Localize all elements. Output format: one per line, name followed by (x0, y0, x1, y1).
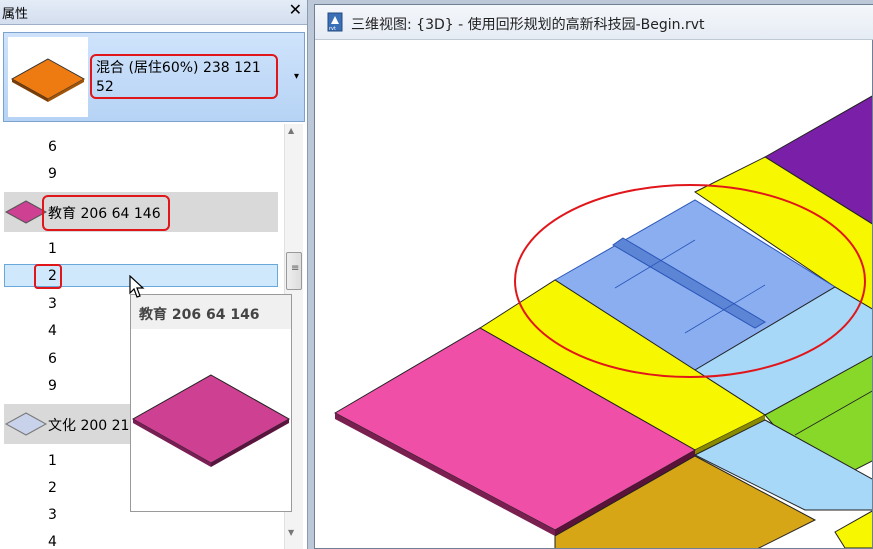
culture-swatch (4, 412, 48, 436)
list-item[interactable]: 6 (48, 139, 57, 155)
view-tab[interactable]: rvt 三维视图: {3D} - 使用回形规划的高新科技园-Begin.rvt (315, 5, 873, 40)
list-item[interactable]: 6 (48, 351, 57, 367)
revit-file-icon: rvt (327, 12, 343, 32)
tooltip-header: 教育 206 64 146 (131, 295, 291, 329)
view-title: 三维视图: {3D} - 使用回形规划的高新科技园-Begin.rvt (351, 17, 705, 33)
tooltip-title: 教育 206 64 146 (139, 307, 260, 323)
3d-scene[interactable] (315, 40, 872, 548)
scroll-up-icon[interactable]: ▲ (288, 126, 294, 135)
grip-icon: ≡ (291, 263, 300, 274)
list-item[interactable]: 2 (48, 480, 57, 496)
list-item[interactable]: 4 (48, 323, 57, 339)
annotation-circle-education (42, 195, 170, 231)
type-preview-tooltip: 教育 206 64 146 (130, 294, 292, 512)
tooltip-preview-image (131, 374, 291, 467)
properties-title: 属性 (2, 7, 29, 22)
block-yellow-corner (834, 510, 872, 548)
scrollbar-thumb[interactable]: ≡ (286, 252, 302, 290)
list-item[interactable]: 9 (48, 378, 57, 394)
type-thumbnail (8, 37, 88, 117)
svg-text:rvt: rvt (329, 26, 336, 32)
scroll-down-icon[interactable]: ▼ (288, 528, 294, 537)
properties-header: 属性 ✕ (0, 0, 307, 25)
list-item[interactable]: 4 (48, 124, 57, 128)
list-item[interactable]: 1 (48, 453, 57, 469)
close-icon[interactable]: ✕ (289, 0, 302, 19)
list-item[interactable]: 1 (48, 241, 57, 257)
type-name: 混合 (居住60%) 238 121 52 (90, 54, 278, 99)
list-item[interactable]: 3 (48, 296, 57, 312)
type-selector-dropdown[interactable]: 混合 (居住60%) 238 121 52 ▾ (3, 32, 305, 122)
mouse-cursor-icon (129, 275, 145, 298)
dropdown-arrow-icon[interactable]: ▾ (294, 71, 299, 82)
3d-view-window[interactable]: rvt 三维视图: {3D} - 使用回形规划的高新科技园-Begin.rvt (314, 4, 873, 549)
group-label-culture: 文化 200 21 (48, 418, 130, 434)
annotation-box-selected (34, 264, 62, 289)
list-item[interactable]: 9 (48, 166, 57, 182)
list-item[interactable]: 4 (48, 534, 57, 549)
list-item[interactable]: 3 (48, 507, 57, 523)
